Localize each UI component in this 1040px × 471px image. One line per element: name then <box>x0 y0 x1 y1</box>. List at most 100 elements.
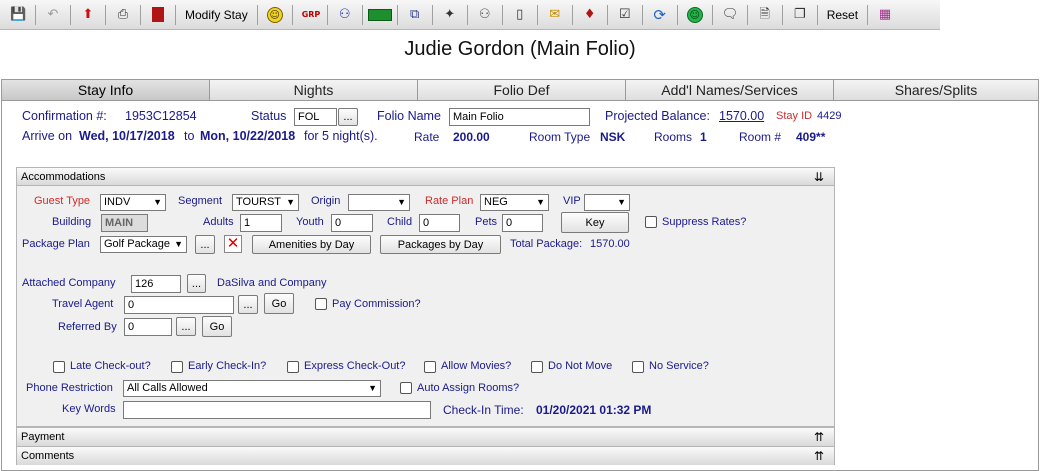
check-in-icon[interactable]: ⬆ <box>76 3 100 27</box>
origin-label: Origin <box>311 195 341 207</box>
youth-label: Youth <box>296 216 324 228</box>
modify-stay-button[interactable]: Modify Stay <box>181 3 252 27</box>
rooms-label: Rooms <box>654 130 693 144</box>
book-pink-icon[interactable]: ▦ <box>873 3 897 27</box>
chevron-double-up-icon[interactable]: ⇈ <box>814 447 824 465</box>
do-not-move-checkbox[interactable] <box>531 361 543 373</box>
vip-select[interactable]: ▼ <box>584 194 630 211</box>
projected-balance-link[interactable]: 1570.00 <box>719 109 764 123</box>
payment-header[interactable]: Payment ⇈ <box>17 428 834 446</box>
phone-restriction-select[interactable]: All Calls Allowed ▼ <box>123 380 381 397</box>
money-icon[interactable] <box>367 3 392 27</box>
refresh-icon[interactable]: ⟳ <box>648 3 672 27</box>
chevron-double-up-icon[interactable]: ⇈ <box>814 428 824 446</box>
grp-icon[interactable]: GRP <box>298 3 322 27</box>
toolbar-separator <box>396 4 398 25</box>
pets-input[interactable] <box>502 214 543 232</box>
print-icon[interactable]: ⎙ <box>111 3 135 27</box>
copy-icon[interactable]: ⧉ <box>403 3 427 27</box>
comments-header[interactable]: Comments ⇈ <box>17 447 834 465</box>
room-type-label: Room Type <box>529 130 591 144</box>
toolbar-separator <box>361 4 363 25</box>
status-lookup-button[interactable]: ... <box>338 108 358 126</box>
projected-balance-label: Projected Balance: <box>605 109 710 123</box>
express-checkout-checkbox[interactable] <box>287 361 299 373</box>
packages-by-day-button[interactable]: Packages by Day <box>380 235 501 254</box>
auto-assign-rooms-label: Auto Assign Rooms? <box>417 382 520 394</box>
no-service-label: No Service? <box>649 360 709 372</box>
status-label: Status <box>251 109 287 123</box>
tab-nights[interactable]: Nights <box>210 79 418 101</box>
early-checkin-checkbox[interactable] <box>171 361 183 373</box>
toolbar-separator <box>140 4 141 25</box>
tab-folio-def[interactable]: Folio Def <box>418 79 626 101</box>
document-icon[interactable]: 🗎 <box>753 3 777 27</box>
people-icon[interactable]: ⚇ <box>333 3 357 27</box>
package-plan-lookup-button[interactable]: ... <box>195 235 215 254</box>
referred-by-go-button[interactable]: Go <box>202 316 232 337</box>
allow-movies-checkbox[interactable] <box>424 361 436 373</box>
segment-select[interactable]: TOURST ▼ <box>232 194 299 211</box>
segment-value: TOURST <box>236 196 282 208</box>
travel-agent-lookup-button[interactable]: ... <box>238 295 258 314</box>
package-plan-select[interactable]: Golf Package ▼ <box>100 236 187 253</box>
rate-plan-value: NEG <box>484 196 508 208</box>
referred-by-lookup-button[interactable]: ... <box>176 317 196 336</box>
attached-company-input[interactable] <box>131 275 181 293</box>
key-button[interactable]: Key <box>561 212 629 233</box>
auto-assign-rooms-checkbox[interactable] <box>400 382 412 394</box>
magic-icon[interactable]: ✦ <box>438 3 462 27</box>
status-input[interactable] <box>294 108 337 126</box>
key-words-input[interactable] <box>123 401 431 419</box>
suppress-rates-checkbox[interactable] <box>645 216 657 228</box>
origin-select[interactable]: ▼ <box>348 194 410 211</box>
pay-commission-checkbox[interactable] <box>315 298 327 310</box>
chevron-double-down-icon[interactable]: ⇊ <box>814 168 824 186</box>
adults-input[interactable] <box>240 214 282 232</box>
guest-type-select[interactable]: INDV ▼ <box>100 194 166 211</box>
smiley-green-icon[interactable]: ☺ <box>683 3 707 27</box>
reset-button[interactable]: Reset <box>823 3 862 27</box>
mail-icon[interactable]: ✉ <box>543 3 567 27</box>
folio-name-input[interactable] <box>449 108 590 126</box>
book-icon[interactable] <box>146 3 170 27</box>
card-icon[interactable]: ▯ <box>508 3 532 27</box>
no-service-checkbox[interactable] <box>632 361 644 373</box>
referred-by-input[interactable] <box>124 318 172 336</box>
smiley-gold-icon[interactable]: ☺ <box>263 3 287 27</box>
depart-date: Mon, 10/22/2018 <box>200 129 296 143</box>
rate-label: Rate <box>414 130 440 144</box>
tab-addl-names-services[interactable]: Add'l Names/Services <box>626 79 834 101</box>
attached-company-name: DaSilva and Company <box>217 277 327 289</box>
adults-label: Adults <box>203 216 234 228</box>
save-icon[interactable]: 💾 <box>6 3 30 27</box>
chevron-down-icon: ▼ <box>536 197 545 207</box>
chat-icon[interactable]: 🗨 <box>718 3 742 27</box>
comments-panel[interactable]: Comments ⇈ <box>16 446 835 465</box>
attached-company-lookup-button[interactable]: ... <box>187 274 206 293</box>
tab-stay-info[interactable]: Stay Info <box>1 79 210 101</box>
tag-icon[interactable]: ♦ <box>578 3 602 27</box>
undo-icon[interactable]: ↶ <box>41 3 65 27</box>
toolbar-separator <box>35 4 36 25</box>
checklist-icon[interactable]: ☑ <box>613 3 637 27</box>
stay-id-value: 4429 <box>817 110 842 122</box>
toolbar-separator <box>676 4 678 25</box>
clear-package-icon[interactable]: ✕ <box>224 235 242 253</box>
key-words-label: Key Words <box>62 403 116 415</box>
child-input[interactable] <box>419 214 460 232</box>
rate-plan-select[interactable]: NEG ▼ <box>480 194 549 211</box>
tab-shares-splits[interactable]: Shares/Splits <box>834 79 1039 101</box>
chevron-down-icon: ▼ <box>397 197 406 207</box>
bell-icon[interactable]: ⚇ <box>473 3 497 27</box>
youth-input[interactable] <box>331 214 373 232</box>
pages-icon[interactable]: ❐ <box>788 3 812 27</box>
pets-label: Pets <box>475 216 498 228</box>
allow-movies-label: Allow Movies? <box>441 360 512 372</box>
late-checkout-checkbox[interactable] <box>53 361 65 373</box>
travel-agent-go-button[interactable]: Go <box>264 293 294 314</box>
amenities-by-day-button[interactable]: Amenities by Day <box>252 235 371 254</box>
payment-panel[interactable]: Payment ⇈ <box>16 427 835 446</box>
accommodations-header[interactable]: Accommodations ⇊ <box>17 168 834 186</box>
travel-agent-input[interactable] <box>124 296 234 314</box>
